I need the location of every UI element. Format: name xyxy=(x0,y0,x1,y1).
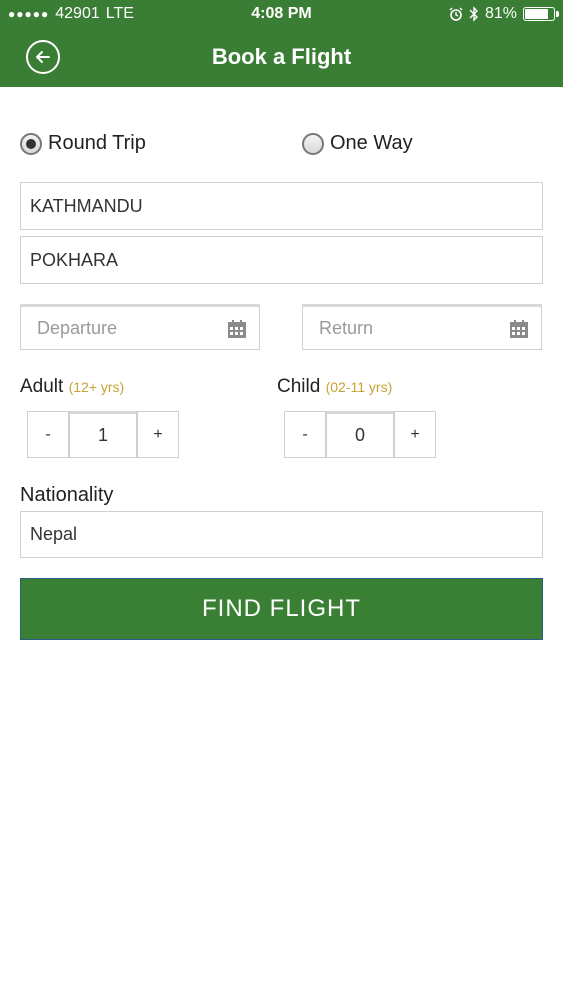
alarm-icon xyxy=(449,7,463,21)
battery-percent: 81% xyxy=(484,5,517,22)
return-placeholder: Return xyxy=(319,317,374,338)
adult-age-hint: (12+ yrs) xyxy=(68,379,125,395)
calendar-icon xyxy=(228,320,246,338)
adult-label: Adult (12+ yrs) xyxy=(20,376,124,398)
status-right: 81% xyxy=(449,5,559,23)
bluetooth-icon xyxy=(469,6,478,22)
adult-count-input[interactable]: 1 xyxy=(69,411,137,458)
child-age-hint: (02-11 yrs) xyxy=(325,379,393,395)
adult-increment-button[interactable]: + xyxy=(137,411,179,458)
round-trip-label: Round Trip xyxy=(48,132,146,154)
one-way-label: One Way xyxy=(330,132,413,154)
nationality-label: Nationality xyxy=(20,484,114,506)
departure-date-field[interactable]: Departure xyxy=(20,304,260,350)
return-date-field[interactable]: Return xyxy=(302,304,542,350)
radio-checked-icon xyxy=(20,132,42,155)
trip-type-group: Round Trip One Way xyxy=(20,132,543,160)
adult-label-text: Adult xyxy=(20,376,64,397)
radio-unchecked-icon xyxy=(302,132,324,155)
page-title: Book a Flight xyxy=(211,44,352,69)
calendar-icon xyxy=(510,320,528,338)
child-decrement-button[interactable]: - xyxy=(284,411,326,458)
child-stepper: - 0 + xyxy=(284,411,436,458)
app-header: ●●●●● 42901 LTE 4:08 PM 81% Book a Fligh… xyxy=(0,0,563,87)
battery-icon xyxy=(523,7,559,21)
child-increment-button[interactable]: + xyxy=(394,411,436,458)
round-trip-radio[interactable]: Round Trip xyxy=(20,132,146,155)
departure-placeholder: Departure xyxy=(37,317,118,338)
from-field[interactable]: KATHMANDU xyxy=(20,182,543,230)
one-way-radio[interactable]: One Way xyxy=(302,132,413,155)
find-flight-button[interactable]: FIND FLIGHT xyxy=(20,578,543,640)
to-field[interactable]: POKHARA xyxy=(20,236,543,284)
child-label: Child (02-11 yrs) xyxy=(277,376,392,398)
adult-decrement-button[interactable]: - xyxy=(27,411,69,458)
child-count-input[interactable]: 0 xyxy=(326,411,394,458)
battery-level xyxy=(525,9,548,19)
child-label-text: Child xyxy=(277,376,321,397)
nationality-field[interactable]: Nepal xyxy=(20,511,543,558)
status-bar: ●●●●● 42901 LTE 4:08 PM 81% xyxy=(0,0,563,28)
adult-stepper: - 1 + xyxy=(27,411,179,458)
